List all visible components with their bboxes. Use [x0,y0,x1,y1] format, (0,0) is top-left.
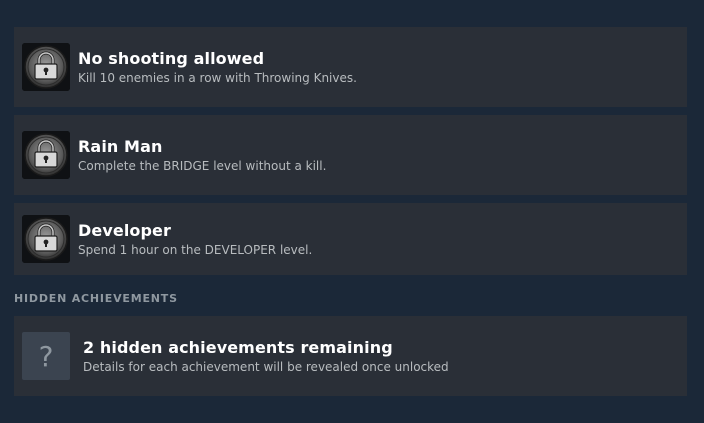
locked-padlock-icon [22,131,70,179]
question-mark-icon: ? [22,332,70,380]
hidden-achievements-description: Details for each achievement will be rev… [83,360,449,374]
achievement-card[interactable]: Developer Spend 1 hour on the DEVELOPER … [14,203,687,275]
achievement-card[interactable]: Rain Man Complete the BRIDGE level witho… [14,115,687,195]
achievement-description: Spend 1 hour on the DEVELOPER level. [78,243,313,257]
hidden-achievements-title: 2 hidden achievements remaining [83,338,393,357]
achievement-description: Complete the BRIDGE level without a kill… [78,159,327,173]
achievements-page: No shooting allowed Kill 10 enemies in a… [0,0,704,423]
locked-padlock-icon [22,43,70,91]
achievement-title: No shooting allowed [78,49,265,68]
hidden-achievements-card: ? 2 hidden achievements remaining Detail… [14,316,687,396]
hidden-achievements-heading: HIDDEN ACHIEVEMENTS [14,292,178,305]
achievement-title: Developer [78,221,171,240]
achievement-description: Kill 10 enemies in a row with Throwing K… [78,71,357,85]
locked-padlock-icon [22,215,70,263]
achievement-card[interactable]: No shooting allowed Kill 10 enemies in a… [14,27,687,107]
achievement-title: Rain Man [78,137,163,156]
